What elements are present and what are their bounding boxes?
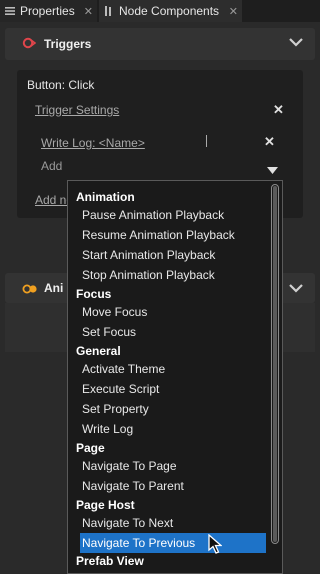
tab-label: Properties — [20, 4, 75, 18]
remove-trigger-icon[interactable]: ✕ — [273, 102, 284, 118]
triggers-title: Triggers — [44, 37, 92, 51]
tab-close-icon[interactable]: ✕ — [229, 5, 238, 18]
dropdown-item[interactable]: Pause Animation Playback — [68, 205, 282, 225]
animation-icon — [22, 283, 38, 297]
dropdown-category: General — [76, 344, 121, 358]
dropdown-arrow-icon[interactable] — [267, 163, 278, 177]
trigger-icon — [22, 37, 37, 52]
tab-node-components[interactable]: Node Components ✕ — [99, 0, 242, 22]
dropdown-item[interactable]: Navigate To Page — [68, 456, 282, 476]
dropdown-item[interactable]: Stop Animation Playback — [68, 265, 282, 285]
dropdown-item[interactable]: Navigate To Parent — [68, 476, 282, 496]
dropdown-category: Prefab View — [76, 554, 144, 568]
tab-label: Node Components — [119, 4, 220, 18]
chevron-down-icon[interactable] — [289, 36, 303, 50]
dropdown-item[interactable]: Set Focus — [68, 322, 282, 342]
dropdown-item[interactable]: Move Focus — [68, 302, 282, 322]
animations-title: Ani — [44, 281, 64, 295]
dropdown-item[interactable]: Activate Theme — [68, 359, 282, 379]
tab-close-icon[interactable]: ✕ — [84, 5, 93, 18]
add-action-dropdown[interactable]: Add — [41, 159, 62, 173]
dropdown-item[interactable]: Execute Script — [68, 379, 282, 399]
trigger-settings-link[interactable]: Trigger Settings — [35, 103, 119, 117]
dropdown-item[interactable]: Set Property — [68, 399, 282, 419]
dropdown-item[interactable]: Navigate To Next — [68, 513, 282, 533]
action-write-log-link[interactable]: Write Log: <Name> — [41, 136, 145, 150]
dropdown-category: Animation — [76, 190, 135, 204]
tab-properties[interactable]: Properties ✕ — [0, 0, 97, 22]
dropdown-item[interactable]: Resume Animation Playback — [68, 225, 282, 245]
dropdown-category: Page Host — [76, 498, 135, 512]
dropdown-item[interactable]: Start Animation Playback — [68, 245, 282, 265]
trigger-event-label: Button: Click — [27, 78, 95, 92]
chevron-down-icon[interactable] — [289, 282, 303, 296]
dropdown-category: Focus — [76, 287, 112, 301]
action-dropdown-list[interactable]: Animation Pause Animation Playback Resume … — [67, 180, 283, 574]
dropdown-item[interactable]: Write Log — [68, 419, 282, 439]
mouse-cursor-icon — [208, 533, 223, 557]
dropdown-item[interactable]: Navigate To Previous — [80, 533, 266, 553]
scrollbar-thumb[interactable] — [273, 186, 277, 542]
remove-action-icon[interactable]: ✕ — [264, 134, 275, 150]
dropdown-category: Page — [76, 441, 105, 455]
text-cursor — [206, 135, 207, 147]
properties-icon — [4, 5, 16, 17]
node-components-icon — [103, 5, 115, 17]
